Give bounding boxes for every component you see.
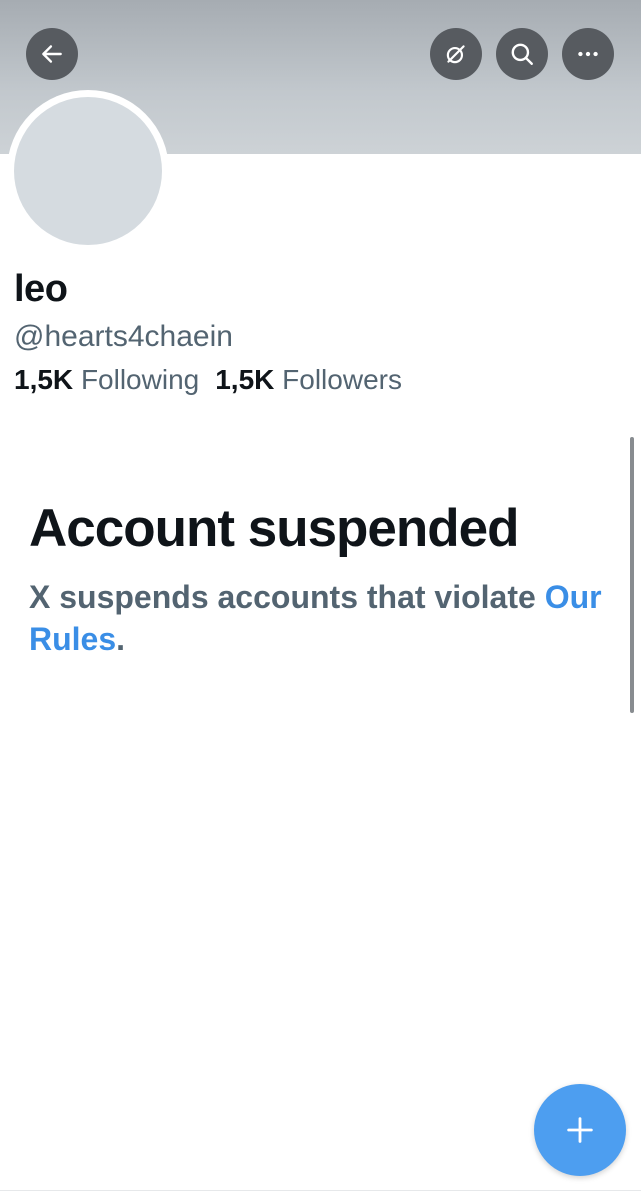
compose-button[interactable] — [534, 1084, 626, 1176]
arrow-left-icon — [42, 45, 62, 63]
followers-label: Followers — [282, 364, 402, 395]
grok-icon — [446, 45, 465, 64]
suspended-message-period: . — [116, 621, 126, 657]
search-button[interactable] — [496, 28, 548, 80]
grok-button[interactable] — [430, 28, 482, 80]
profile-handle: @hearts4chaein — [14, 320, 233, 353]
more-button[interactable] — [562, 28, 614, 80]
avatar[interactable] — [14, 97, 162, 245]
profile-name: leo — [14, 268, 68, 310]
bottom-divider — [0, 1190, 641, 1191]
suspended-message: X suspends accounts that violate Our Rul… — [29, 576, 609, 660]
following-count: 1,5K — [14, 364, 74, 395]
suspended-message-text: X suspends accounts that violate — [29, 579, 536, 615]
search-icon — [511, 43, 533, 65]
more-horizontal-icon — [578, 51, 598, 57]
suspended-title: Account suspended — [29, 499, 520, 558]
profile-stats: 1,5K Following 1,5K Followers — [14, 361, 402, 399]
back-button[interactable] — [26, 28, 78, 80]
following-link[interactable]: 1,5K Following — [14, 364, 199, 395]
plus-icon — [567, 1117, 593, 1143]
following-label: Following — [80, 364, 200, 395]
followers-link[interactable]: 1,5K Followers — [215, 364, 402, 395]
followers-count: 1,5K — [215, 364, 275, 395]
scrollbar[interactable] — [630, 437, 634, 713]
